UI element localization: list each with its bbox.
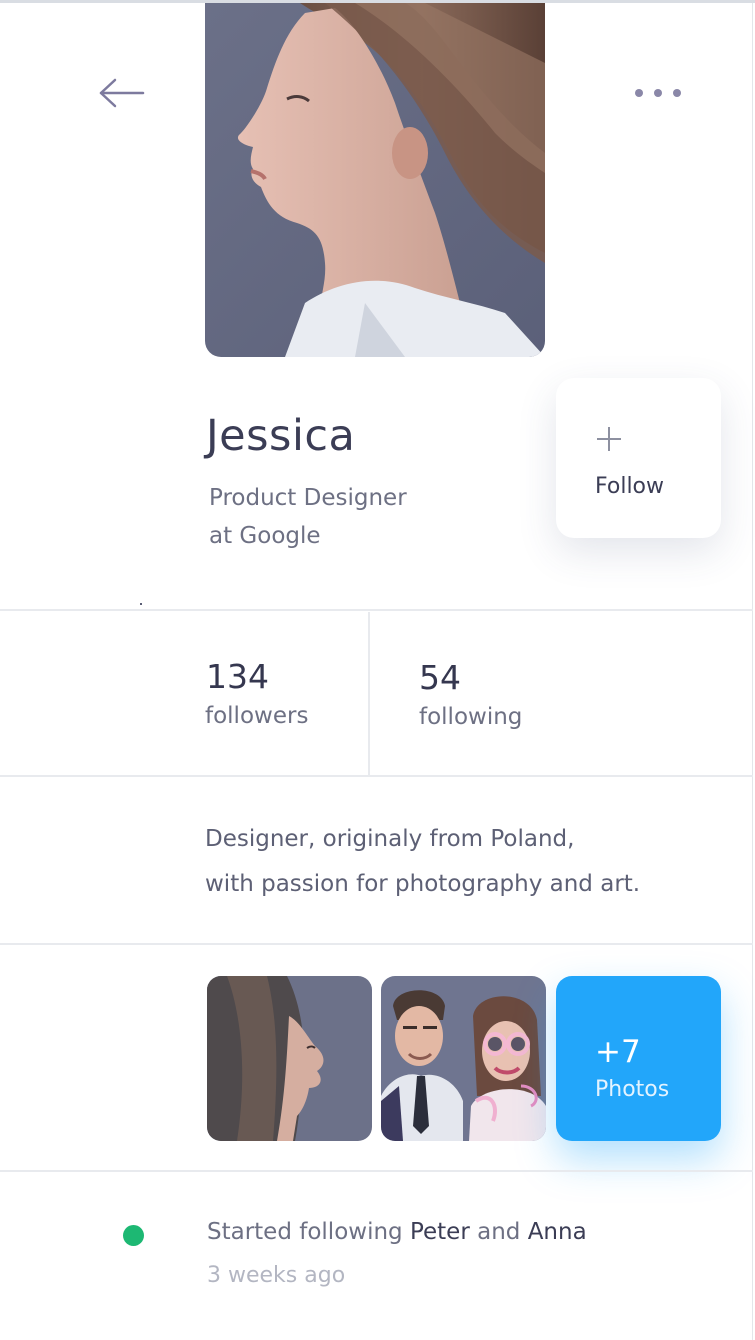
- followers-label: followers: [205, 703, 309, 729]
- bio-line: Designer, originaly from Poland,: [205, 826, 575, 852]
- role-company: at Google: [209, 523, 321, 549]
- profile-role: Product Designer at Google: [209, 479, 489, 555]
- activity-prefix: Started following: [207, 1219, 410, 1245]
- profile-photo: [205, 3, 545, 357]
- arrow-left-icon: [99, 78, 145, 108]
- more-photos-label: Photos: [595, 1077, 670, 1102]
- follow-button[interactable]: Follow: [556, 378, 721, 538]
- following-count: 54: [419, 658, 461, 697]
- plus-icon: [597, 427, 621, 451]
- activity-text: Started following Peter and Anna: [207, 1219, 587, 1245]
- following-label: following: [419, 704, 523, 730]
- more-photos-button[interactable]: +7 Photos: [556, 976, 721, 1141]
- back-button[interactable]: [96, 71, 148, 115]
- role-title: Product Designer: [209, 485, 407, 511]
- activity-person-link[interactable]: Peter: [410, 1219, 470, 1245]
- activity-person-link[interactable]: Anna: [528, 1219, 587, 1245]
- more-photos-count: +7: [595, 1034, 641, 1070]
- photo-thumbnail[interactable]: [381, 976, 546, 1141]
- stats-divider: [368, 612, 370, 776]
- activity-status-dot: [123, 1225, 144, 1246]
- activity-timestamp: 3 weeks ago: [207, 1263, 346, 1288]
- divider: [0, 943, 753, 945]
- bio: Designer, originaly from Poland, with pa…: [205, 817, 705, 907]
- follow-label: Follow: [595, 474, 665, 499]
- screen-edge: [752, 3, 753, 1340]
- profile-screen: Jessica Product Designer at Google Follo…: [0, 0, 755, 1340]
- more-options-button[interactable]: [628, 75, 688, 111]
- profile-photo-image: [205, 3, 545, 357]
- more-horizontal-icon: [635, 89, 681, 97]
- divider: [0, 775, 753, 777]
- profile-name: Jessica: [206, 411, 356, 461]
- bio-line: with passion for photography and art.: [205, 871, 641, 897]
- decorative-dot: [140, 603, 142, 605]
- photo-thumbnail[interactable]: [207, 976, 372, 1141]
- activity-conjunction: and: [469, 1219, 528, 1245]
- photo-image: [381, 976, 546, 1141]
- followers-count: 134: [206, 657, 269, 696]
- divider: [0, 1170, 753, 1172]
- divider: [0, 609, 753, 611]
- photo-image: [207, 976, 372, 1141]
